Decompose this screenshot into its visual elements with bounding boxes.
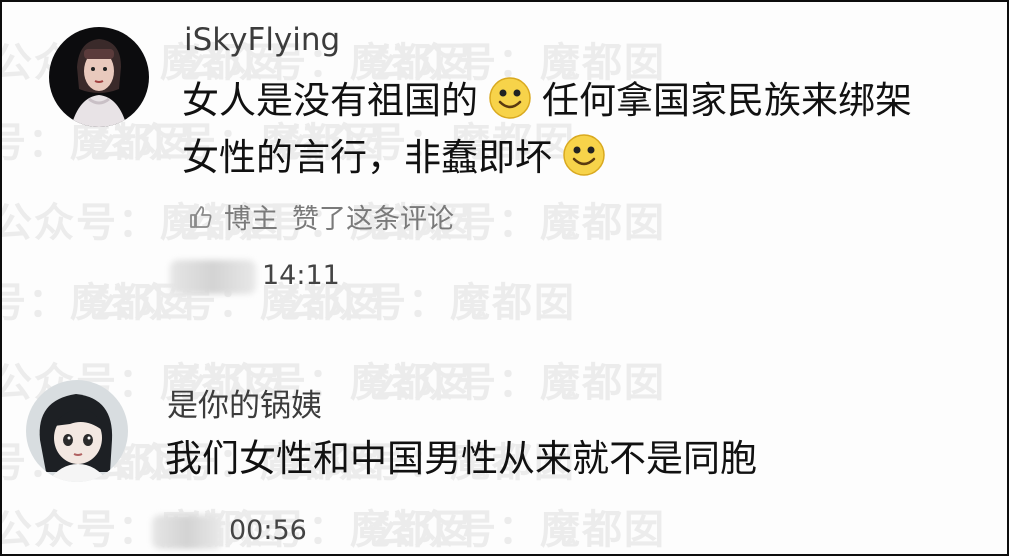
blurred-location <box>170 260 256 294</box>
comment-text-segment: 女性的言行，非蠢即坏 <box>182 136 552 179</box>
comment-username[interactable]: iSkyFlying <box>184 22 340 58</box>
watermark-text: 公众号：魔都囡 <box>372 507 666 553</box>
watermark-text: 公众号：魔都囡 <box>372 360 666 406</box>
liked-text: 赞了这条评论 <box>292 204 454 235</box>
comment-text: 女性的言行，非蠢即坏 <box>182 129 616 187</box>
liked-author: 博主 <box>224 204 278 235</box>
comment-text-segment: 任何拿国家民族来绑架 <box>542 79 912 122</box>
comment-time: 14:11 <box>262 260 340 291</box>
screenshot-frame: 公众号：魔都囡公众号：魔都囡公众号：魔都囡 公众号：魔都囡公众号：魔都囡公众号：… <box>0 0 1009 556</box>
avatar[interactable] <box>26 380 128 482</box>
comment-text: 我们女性和中国男性从来就不是同胞 <box>165 437 757 480</box>
author-liked-note: 博主 赞了这条评论 <box>188 197 454 236</box>
avatar[interactable] <box>49 27 149 127</box>
watermark-text: 公众号：魔都囡 <box>2 280 196 326</box>
thumbs-up-icon <box>190 205 212 228</box>
smiley-face-icon <box>488 76 532 120</box>
comment-username[interactable]: 是你的锅姨 <box>167 380 322 425</box>
blurred-location <box>152 515 222 549</box>
comment-text: 女人是没有祖国的 任何拿国家民族来绑架 <box>182 72 912 130</box>
comment-text-segment: 女人是没有祖国的 <box>182 79 478 122</box>
smiley-face-icon <box>562 133 606 177</box>
comment-time: 00:56 <box>229 515 307 546</box>
watermark-text: 公众号：魔都囡 <box>2 200 286 246</box>
